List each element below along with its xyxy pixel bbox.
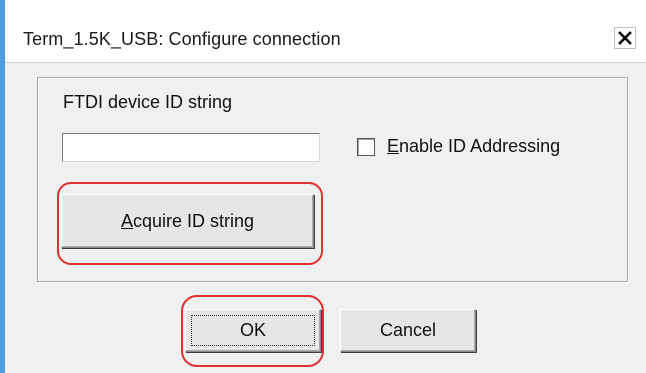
enable-id-label-text: nable ID Addressing [399, 136, 561, 156]
device-id-input[interactable] [62, 133, 320, 162]
acquire-label-text: cquire ID string [132, 210, 255, 231]
close-button[interactable] [614, 27, 636, 49]
enable-id-addressing-checkbox[interactable]: Enable ID Addressing [357, 136, 560, 157]
dialog-title: Term_1.5K_USB: Configure connection [23, 29, 341, 49]
dialog-titlebar[interactable]: Term_1.5K_USB: Configure connection [5, 0, 646, 63]
acquire-id-string-button[interactable]: Acquire ID string [61, 194, 314, 248]
close-icon [618, 31, 632, 45]
cancel-label: Cancel [379, 320, 437, 340]
ok-focus-ring [191, 315, 315, 346]
ok-button[interactable]: OK [185, 309, 321, 352]
cancel-button[interactable]: Cancel [340, 309, 476, 352]
device-id-label: FTDI device ID string [63, 92, 233, 112]
enable-id-addressing-box[interactable] [357, 137, 375, 156]
enable-id-mnemonic: E [387, 136, 400, 156]
enable-id-addressing-label[interactable]: Enable ID Addressing [387, 136, 560, 157]
dialog-body: FTDI device ID string Enable ID Addressi… [5, 63, 646, 373]
acquire-mnemonic: A [120, 210, 133, 231]
